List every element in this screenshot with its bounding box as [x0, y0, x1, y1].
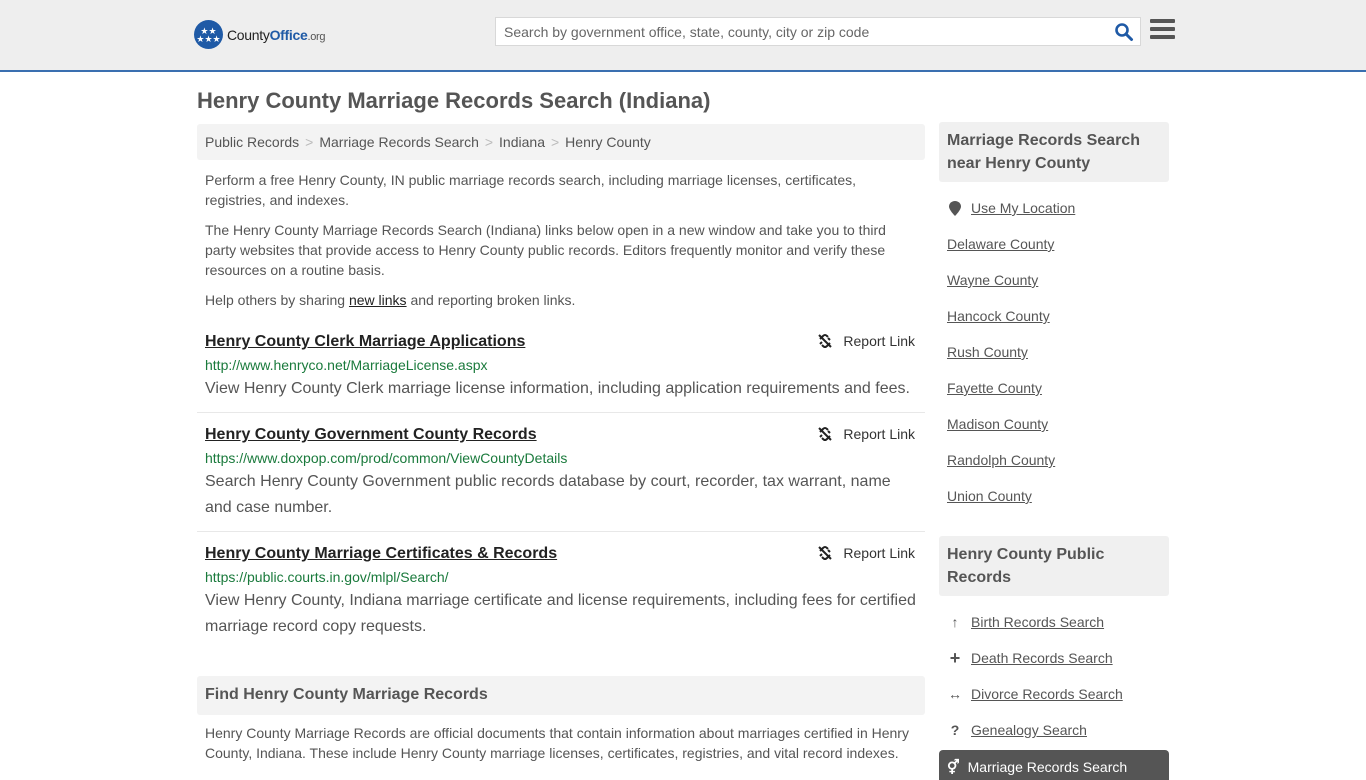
- county-link[interactable]: Union County: [947, 488, 1032, 504]
- result-description: View Henry County Clerk marriage license…: [205, 380, 910, 397]
- result-item: Henry County Marriage Certificates & Rec…: [197, 540, 925, 650]
- nearby-list: Use My Location Delaware County Wayne Co…: [939, 182, 1169, 514]
- find-section-heading: Find Henry County Marriage Records: [197, 676, 925, 715]
- use-my-location-link[interactable]: Use My Location: [971, 200, 1075, 216]
- sidebar-item-county: Fayette County: [947, 370, 1161, 406]
- death-records-link[interactable]: Death Records Search: [971, 650, 1113, 666]
- report-link-label: Report Link: [843, 426, 915, 442]
- sidebar-item-marriage-records-active[interactable]: ⚥ Marriage Records Search: [939, 750, 1169, 780]
- breadcrumb-separator: >: [550, 134, 560, 150]
- find-section-text: Henry County Marriage Records are offici…: [205, 725, 909, 761]
- child-icon: ↑: [951, 614, 959, 630]
- county-link[interactable]: Fayette County: [947, 380, 1042, 396]
- county-link[interactable]: Madison County: [947, 416, 1048, 432]
- result-title-link[interactable]: Henry County Marriage Certificates & Rec…: [205, 542, 917, 566]
- search-icon: [1115, 23, 1133, 41]
- sidebar-nearby-heading: Marriage Records Search near Henry Count…: [939, 122, 1169, 182]
- search-button[interactable]: [1114, 22, 1134, 42]
- breadcrumb-separator: >: [484, 134, 494, 150]
- logo-text-office: Office: [269, 26, 308, 43]
- sidebar-item-birth-records: ↑ Birth Records Search: [947, 604, 1161, 640]
- result-url[interactable]: https://www.doxpop.com/prod/common/ViewC…: [205, 447, 917, 469]
- sidebar-public-records: Henry County Public Records ↑ Birth Recor…: [939, 536, 1169, 748]
- breadcrumb-marriage-records-search[interactable]: Marriage Records Search: [319, 134, 479, 150]
- logo-text-org: .org: [307, 30, 326, 43]
- eagle-logo-icon: ★★ ★★★: [194, 20, 223, 49]
- breadcrumb-henry-county: Henry County: [565, 134, 651, 150]
- map-marker-icon: [947, 200, 963, 216]
- sidebar-item-county: Rush County: [947, 334, 1161, 370]
- public-records-list: ↑ Birth Records Search + Death Records Sea…: [939, 596, 1169, 748]
- report-link-button[interactable]: Report Link: [817, 330, 915, 352]
- county-link[interactable]: Randolph County: [947, 452, 1055, 468]
- sidebar-item-genealogy: ? Genealogy Search: [947, 712, 1161, 748]
- result-url[interactable]: https://public.courts.in.gov/mlpl/Search…: [205, 566, 917, 588]
- logo-text-county: County: [227, 26, 270, 43]
- intro-text-segment: and reporting broken links.: [406, 292, 576, 308]
- sidebar-item-county: Union County: [947, 478, 1161, 514]
- county-link[interactable]: Wayne County: [947, 272, 1038, 288]
- result-title-link[interactable]: Henry County Government County Records: [205, 423, 917, 447]
- report-link-button[interactable]: Report Link: [817, 542, 915, 564]
- breadcrumb: Public Records > Marriage Records Search > I…: [197, 124, 925, 160]
- result-item: Henry County Clerk Marriage Applications…: [197, 328, 925, 413]
- sidebar-item-county: Hancock County: [947, 298, 1161, 334]
- divorce-records-link[interactable]: Divorce Records Search: [971, 686, 1123, 702]
- result-url[interactable]: http://www.henryco.net/MarriageLicense.a…: [205, 354, 917, 376]
- question-icon: ?: [950, 722, 960, 738]
- sidebar-item-county: Madison County: [947, 406, 1161, 442]
- site-header: ★★ ★★★ CountyOffice.org: [0, 0, 1366, 72]
- sidebar-item-county: Randolph County: [947, 442, 1161, 478]
- sidebar-item-county: Wayne County: [947, 262, 1161, 298]
- plus-icon: +: [949, 647, 961, 668]
- broken-link-icon: [818, 427, 833, 441]
- intro-paragraph: Help others by sharing new links and rep…: [205, 290, 917, 310]
- breadcrumb-indiana[interactable]: Indiana: [499, 134, 545, 150]
- intro-text: Perform a free Henry County, IN public m…: [205, 170, 917, 320]
- broken-link-icon: [818, 546, 833, 560]
- hamburger-icon: [1150, 19, 1175, 39]
- result-description: View Henry County, Indiana marriage cert…: [205, 592, 916, 635]
- new-links-link[interactable]: new links: [349, 292, 407, 308]
- sidebar-item-death-records: + Death Records Search: [947, 640, 1161, 676]
- search-box: [495, 17, 1141, 46]
- intro-text-segment: Help others by sharing: [205, 292, 349, 308]
- breadcrumb-public-records[interactable]: Public Records: [205, 134, 299, 150]
- results-list: Henry County Clerk Marriage Applications…: [197, 328, 925, 658]
- sidebar-nearby: Marriage Records Search near Henry Count…: [939, 122, 1169, 514]
- intro-paragraph: The Henry County Marriage Records Search…: [205, 222, 886, 278]
- breadcrumb-separator: >: [305, 134, 314, 150]
- report-link-label: Report Link: [843, 333, 915, 349]
- county-link[interactable]: Hancock County: [947, 308, 1050, 324]
- arrows-horizontal-icon: ↔: [948, 686, 962, 702]
- intro-paragraph: Perform a free Henry County, IN public m…: [205, 172, 856, 208]
- county-link[interactable]: Delaware County: [947, 236, 1054, 252]
- birth-records-link[interactable]: Birth Records Search: [971, 614, 1104, 630]
- broken-link-icon: [818, 334, 833, 348]
- sidebar-public-records-heading: Henry County Public Records: [939, 536, 1169, 596]
- search-input[interactable]: [496, 18, 1106, 45]
- marriage-records-label: Marriage Records Search: [967, 759, 1128, 775]
- menu-button[interactable]: [1150, 19, 1175, 41]
- page-title: Henry County Marriage Records Search (In…: [197, 88, 711, 113]
- report-link-button[interactable]: Report Link: [817, 423, 915, 445]
- result-description: Search Henry County Government public re…: [205, 473, 891, 516]
- result-title-link[interactable]: Henry County Clerk Marriage Applications: [205, 330, 917, 354]
- logo-text: CountyOffice.org: [227, 26, 326, 43]
- result-item: Henry County Government County Records h…: [197, 421, 925, 532]
- sidebar-item-divorce-records: ↔ Divorce Records Search: [947, 676, 1161, 712]
- report-link-label: Report Link: [843, 545, 915, 561]
- sidebar-item-county: Delaware County: [947, 226, 1161, 262]
- sidebar-item-use-my-location: Use My Location: [947, 190, 1161, 226]
- county-link[interactable]: Rush County: [947, 344, 1028, 360]
- genealogy-link[interactable]: Genealogy Search: [971, 722, 1087, 738]
- site-logo[interactable]: ★★ ★★★ CountyOffice.org: [194, 20, 326, 49]
